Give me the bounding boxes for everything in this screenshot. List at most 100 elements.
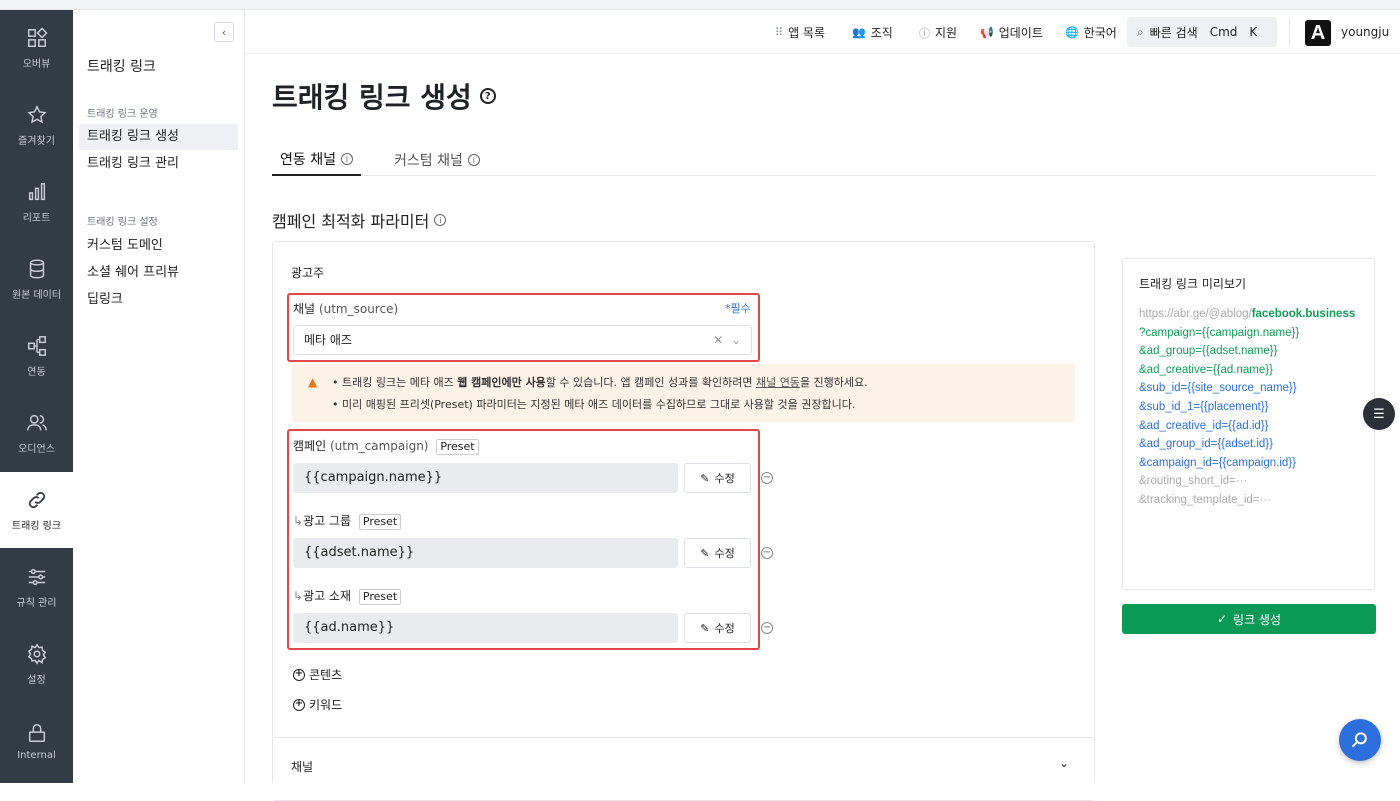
edit-label: 수정	[714, 472, 735, 485]
remove-creative-icon[interactable]: −	[761, 622, 773, 634]
nav-rules[interactable]: 규칙 관리	[0, 549, 73, 625]
edit-label: 수정	[714, 622, 735, 635]
search-label: 빠른 검색	[1149, 25, 1198, 40]
tab-label: 커스텀 채널	[394, 153, 463, 169]
creative-label: 광고 소재	[303, 589, 352, 603]
subnav-item-deeplink[interactable]: 딥링크	[79, 287, 238, 313]
preview-param: &tracking_template_id=···	[1139, 493, 1271, 506]
list-settings-icon[interactable]: ☰	[1363, 398, 1395, 430]
star-icon	[26, 104, 47, 123]
nav-tracking-link[interactable]: 트래킹 링크	[0, 472, 73, 548]
add-keyword-label: 키워드	[309, 698, 343, 712]
check-icon: ✓	[1216, 612, 1228, 626]
info-icon: i	[467, 154, 480, 166]
subnav-title: 트래킹 링크	[87, 59, 156, 75]
language-label: 한국어	[1083, 26, 1117, 40]
search-help-icon	[1351, 732, 1367, 748]
nav-favorites[interactable]: 즐겨찾기	[0, 87, 73, 163]
bar-chart-icon	[28, 182, 45, 200]
subnav-item-manage-link[interactable]: 트래킹 링크 관리	[79, 151, 238, 177]
gear-icon	[27, 643, 46, 664]
add-content-button[interactable]: + 콘텐츠	[293, 666, 342, 683]
section-title-text: 캠페인 최적화 파라미터	[272, 212, 430, 231]
updates-label: 업데이트	[998, 26, 1043, 40]
warning-text: 트래킹 링크는 메타 애즈	[342, 376, 458, 389]
pencil-icon: ✎	[700, 621, 710, 635]
collapse-sidebar-button[interactable]: ‹	[214, 22, 234, 42]
tab-label: 연동 채널	[280, 152, 336, 168]
help-search-button[interactable]	[1339, 719, 1381, 761]
preview-param: &campaign_id={{campaign.id}}	[1139, 456, 1296, 469]
creative-field-label: ↳광고 소재 Preset	[293, 587, 402, 605]
subnav-item-social-share-preview[interactable]: 소셜 쉐어 프리뷰	[79, 260, 238, 286]
channel-section-title: 채널	[291, 760, 314, 774]
main-nav-rail: 오버뷰 즐겨찾기 리포트 원본 데이터 연동 오디언스 트래킹 링크 규칙 관리…	[0, 10, 73, 783]
channel-select[interactable]: 메타 애즈 ✕ ⌄	[293, 325, 752, 355]
remove-adgroup-icon[interactable]: −	[761, 547, 773, 559]
updates-button[interactable]: 📢 업데이트	[980, 24, 1043, 41]
grid-icon: ⠿	[775, 26, 784, 39]
warning-line-2: • 미리 매핑된 프리셋(Preset) 파라미터는 지정된 메타 애즈 데이터…	[332, 398, 856, 411]
chevron-down-icon[interactable]: ⌄	[1059, 756, 1069, 770]
subnav-item-custom-domain[interactable]: 커스텀 도메인	[79, 233, 238, 259]
support-button[interactable]: ⓘ 지원	[919, 24, 957, 41]
nav-label: 원본 데이터	[11, 289, 62, 301]
app-list-button[interactable]: ⠿ 앱 목록	[775, 24, 825, 41]
subnav-item-create-link[interactable]: 트래킹 링크 생성	[79, 124, 238, 150]
edit-label: 수정	[714, 547, 735, 560]
nav-settings[interactable]: 설정	[0, 626, 73, 702]
adgroup-label: 광고 그룹	[303, 514, 352, 528]
org-button[interactable]: 👥 조직	[852, 24, 893, 41]
creative-value-field[interactable]: {{ad.name}}	[293, 613, 678, 643]
integration-icon	[27, 335, 46, 356]
info-icon: i	[434, 214, 447, 226]
preview-base-url: https://abr.ge/@ablog/	[1139, 308, 1252, 320]
campaign-field-label: 캠페인 (utm_campaign) Preset	[293, 437, 479, 455]
nav-audience[interactable]: 오디언스	[0, 395, 73, 471]
preview-param: &sub_id={{site_source_name}}	[1139, 382, 1297, 395]
edit-campaign-button[interactable]: ✎ 수정	[684, 463, 751, 493]
nav-label: 트래킹 링크	[11, 520, 62, 532]
nav-label: 연동	[27, 366, 46, 378]
overview-icon	[27, 26, 48, 47]
preset-badge: Preset	[358, 589, 402, 605]
clear-icon[interactable]: ✕	[713, 333, 723, 347]
link-preview-panel: 트래킹 링크 미리보기 https://abr.ge/@ablog/facebo…	[1122, 258, 1375, 590]
edit-creative-button[interactable]: ✎ 수정	[684, 613, 751, 643]
channel-label: 채널	[293, 302, 316, 316]
chevron-down-icon[interactable]: ⌄	[731, 333, 741, 347]
globe-icon: 🌐	[1065, 26, 1079, 39]
add-content-label: 콘텐츠	[309, 668, 343, 682]
add-keyword-button[interactable]: + 키워드	[293, 696, 342, 713]
edit-adgroup-button[interactable]: ✎ 수정	[684, 538, 751, 568]
top-strip	[0, 0, 1400, 10]
campaign-value-field[interactable]: {{campaign.name}}	[293, 463, 678, 493]
sub-arrow-icon: ↳	[293, 514, 304, 528]
help-circle-icon: ⓘ	[919, 26, 930, 40]
tab-integrated-channel[interactable]: 연동 채널 i	[272, 144, 361, 176]
nav-internal[interactable]: Internal	[0, 703, 73, 779]
search-icon: ⌕	[1137, 24, 1144, 39]
nav-raw-data[interactable]: 원본 데이터	[0, 241, 73, 317]
nav-label: Internal	[17, 749, 56, 761]
preview-title: 트래킹 링크 미리보기	[1139, 277, 1246, 291]
help-icon[interactable]: ?	[479, 88, 496, 104]
channel-select-value: 메타 애즈	[304, 333, 352, 347]
tab-custom-channel[interactable]: 커스텀 채널 i	[394, 144, 480, 176]
nav-report[interactable]: 리포트	[0, 164, 73, 240]
channel-integration-link[interactable]: 채널 연동	[756, 376, 800, 389]
bottom-strip	[0, 783, 1400, 800]
adgroup-value-field[interactable]: {{adset.name}}	[293, 538, 678, 568]
nav-integration[interactable]: 연동	[0, 318, 73, 394]
nav-overview[interactable]: 오버뷰	[0, 10, 73, 86]
quick-search-button[interactable]: ⌕ 빠른 검색 Cmd K	[1127, 17, 1277, 47]
remove-campaign-icon[interactable]: −	[761, 472, 773, 484]
avatar[interactable]: A	[1305, 20, 1331, 46]
create-link-button[interactable]: ✓ 링크 생성	[1122, 604, 1376, 634]
people-icon: 👥	[852, 26, 866, 39]
username[interactable]: youngju	[1341, 25, 1389, 39]
language-button[interactable]: 🌐 한국어	[1065, 24, 1117, 41]
preview-param: &ad_creative={{ad.name}}	[1139, 363, 1273, 376]
sliders-icon	[28, 568, 45, 585]
preview-param: &routing_short_id=···	[1139, 475, 1248, 488]
